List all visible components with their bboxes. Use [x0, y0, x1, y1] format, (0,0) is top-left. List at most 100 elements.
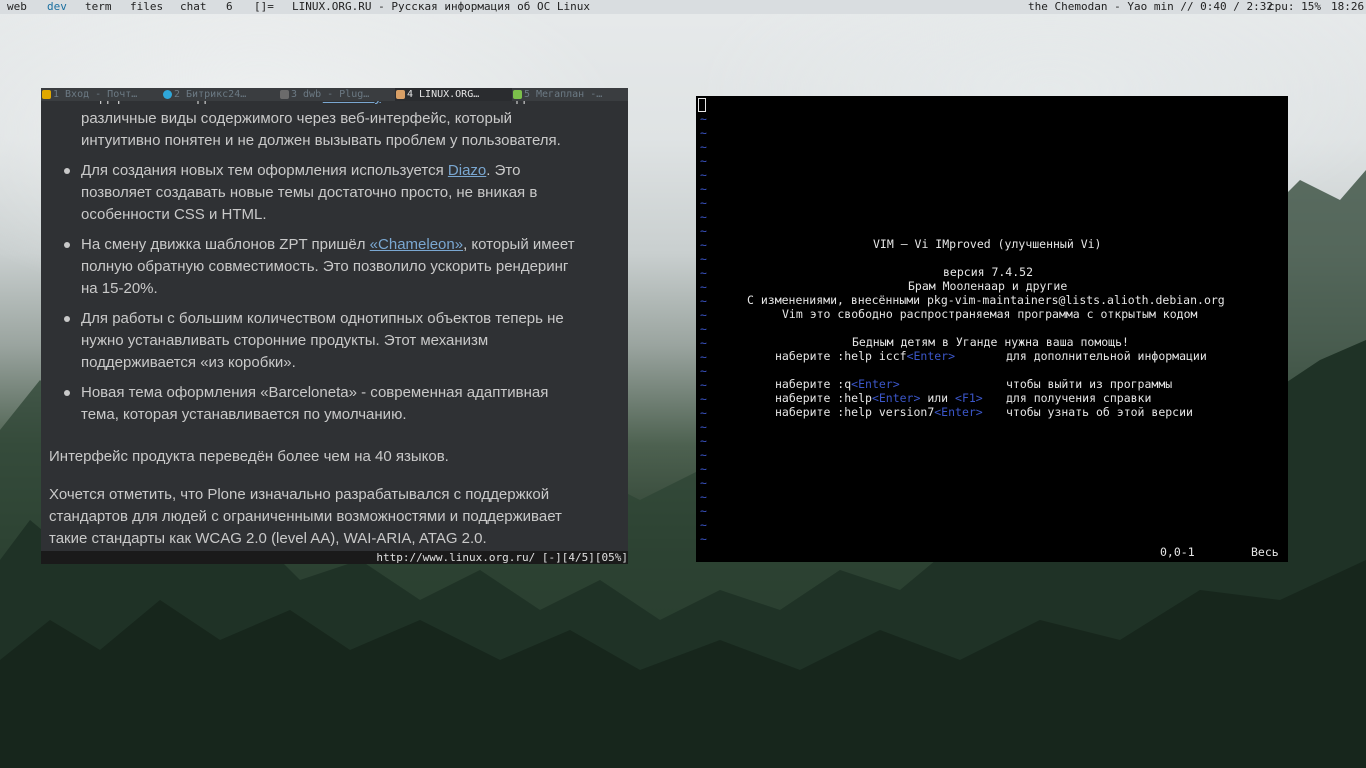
vim-tilde: ~: [700, 266, 707, 280]
tab-3[interactable]: 3 dwb - Plug…: [279, 88, 395, 101]
vim-tilde: ~: [700, 448, 707, 462]
chameleon-link[interactable]: «Chameleon»: [370, 236, 463, 253]
vim-version: версия 7.4.52: [943, 265, 1034, 279]
vim-version7: наберите :help version7<Enter>: [775, 405, 983, 419]
tab-2[interactable]: 2 Битрикс24…: [162, 88, 279, 101]
vim-quit: наберите :q<Enter>: [775, 377, 900, 391]
window-title: LINUX.ORG.RU - Русская информация об ОС …: [292, 0, 591, 13]
text-line: стандартов для людей с ограниченными воз…: [49, 508, 562, 525]
vim-tilde: ~: [700, 364, 707, 378]
tab-5[interactable]: 5 Мегаплан -…: [512, 88, 628, 101]
vim-help: наберите :help<Enter> или <F1>: [775, 391, 983, 405]
paragraph: Интерфейс продукта переведён более чем н…: [49, 448, 449, 465]
bullet: [64, 242, 70, 248]
tab-4[interactable]: 4 LINUX.ORG…: [395, 88, 512, 101]
paragraph: Хочется отметить, что Plone изначально р…: [49, 484, 609, 550]
vim-tilde: ~: [700, 252, 707, 266]
vim-tilde: ~: [700, 238, 707, 252]
workspace-web[interactable]: web: [3, 0, 31, 14]
cmd: наберите :q: [775, 377, 852, 391]
vim-tilde: ~: [700, 518, 707, 532]
browser-window: 1 Вход - Почт… 2 Битрикс24… 3 dwb - Plug…: [41, 88, 628, 564]
vim-help-iccf: наберите :help iccf<Enter>: [775, 349, 955, 363]
text-line: различные виды содержимого через веб-инт…: [81, 110, 512, 127]
vim-help-iccf-desc: для дополнительной информации: [1006, 349, 1207, 363]
megaplan-icon: [513, 90, 522, 99]
tab-label: 3 dwb - Plug…: [291, 89, 370, 100]
tab-1[interactable]: 1 Вход - Почт…: [41, 88, 162, 101]
browser-status-bar: http://www.linux.org.ru/ [-][4/5][05%]: [41, 551, 628, 564]
vim-license: Vim это свободно распространяемая програ…: [782, 307, 1198, 321]
text-line: интуитивно понятен и не должен вызывать …: [81, 132, 561, 149]
workspace-6[interactable]: 6: [222, 0, 237, 14]
text-line: особенности CSS и HTML.: [81, 206, 267, 223]
text-line: На смену движка шаблонов ZPT пришёл «Cha…: [81, 234, 611, 256]
layout-indicator[interactable]: []=: [250, 0, 278, 14]
vim-cursor-position: 0,0-1: [1160, 545, 1195, 559]
key: <Enter>: [906, 349, 956, 363]
vim-scroll-indicator: Весь: [1251, 545, 1279, 559]
tab-label: 1 Вход - Почт…: [53, 89, 138, 100]
tab-label: 2 Битрикс24…: [174, 89, 247, 100]
tab-label: 5 Мегаплан -…: [524, 89, 603, 100]
cmd: наберите :help version7: [775, 405, 935, 419]
vim-tilde: ~: [700, 294, 707, 308]
bullet: [64, 168, 70, 174]
diazo-link[interactable]: Diazo: [448, 162, 486, 179]
key: <Enter>: [851, 377, 900, 391]
text-line: Для создания новых тем оформления исполь…: [81, 160, 611, 182]
text-line: полную обратную совместимость. Это позво…: [81, 258, 569, 275]
vim-tilde: ~: [700, 182, 707, 196]
vim-author: Брам Мооленаар и другие: [908, 279, 1068, 293]
clock: 18:26: [1331, 0, 1365, 13]
text-line: тема, которая устанавливается по умолчан…: [81, 406, 407, 423]
tab-label: 4 LINUX.ORG…: [407, 89, 480, 100]
key: <F1>: [955, 391, 983, 405]
workspace-term[interactable]: term: [81, 0, 116, 14]
vim-tilde: ~: [700, 504, 707, 518]
key: <Enter>: [871, 391, 921, 405]
cmd: или: [920, 391, 956, 405]
text-line: поддерживается «из коробки».: [81, 354, 296, 371]
workspace-dev[interactable]: dev: [43, 0, 71, 14]
vim-version7-desc: чтобы узнать об этой версии: [1006, 405, 1193, 419]
text-line: позволяет создавать новые темы достаточн…: [81, 184, 538, 201]
vim-tilde: ~: [700, 280, 707, 294]
text-line: Новая тема оформления «Barceloneta» - со…: [81, 384, 549, 401]
vim-tilde: ~: [700, 140, 707, 154]
vim-tilde: ~: [700, 154, 707, 168]
terminal-window[interactable]: ~ ~ ~ ~ ~ ~ ~ ~ ~ ~ ~ ~ ~ ~ ~ ~ ~ ~ ~ ~ ~ ~ ~ ~ ~ ~ ~ ~ ~ ~ ~ VIM — Vi…: [696, 96, 1288, 562]
bullet: [64, 316, 70, 322]
vim-tilde: ~: [700, 308, 707, 322]
vim-tilde: ~: [700, 434, 707, 448]
vim-tilde: ~: [700, 322, 707, 336]
vim-tilde: ~: [700, 224, 707, 238]
dwb-icon: [280, 90, 289, 99]
text-line: такие стандарты как WCAG 2.0 (level AA),…: [49, 530, 487, 547]
tab-bar: 1 Вход - Почт… 2 Битрикс24… 3 dwb - Plug…: [41, 88, 628, 101]
music-status: the Chemodan - Yao min // 0:40 / 2:32: [1028, 0, 1274, 13]
list-item: Для работы с большим количеством однотип…: [64, 308, 611, 374]
vim-tilde: ~: [700, 336, 707, 350]
text: . Это: [486, 162, 521, 179]
text-line: нужно устанавливать сторонние продукты. …: [81, 332, 489, 349]
vim-tilde: ~: [700, 210, 707, 224]
vim-tilde: ~: [700, 462, 707, 476]
status-url: http://www.linux.org.ru/ [-][4/5][05%]: [376, 551, 628, 564]
vim-uganda: Бедным детям в Уганде нужна ваша помощь!: [852, 335, 1129, 349]
text: На смену движка шаблонов ZPT пришёл: [81, 236, 370, 253]
mail-icon: [42, 90, 51, 99]
page-content: Содержимое создаётся на основе Dexterity…: [41, 88, 628, 551]
list-item: Для создания новых тем оформления исполь…: [64, 160, 611, 226]
vim-quit-desc: чтобы выйти из программы: [1006, 377, 1173, 391]
vim-tilde: ~: [700, 532, 707, 546]
text-cursor: [698, 98, 706, 112]
workspace-chat[interactable]: chat: [176, 0, 211, 14]
text-line: Для работы с большим количеством однотип…: [81, 310, 564, 327]
text: , который имеет: [463, 236, 575, 253]
vim-help-desc: для получения справки: [1006, 391, 1152, 405]
text-line: на 15-20%.: [81, 280, 158, 297]
workspace-files[interactable]: files: [126, 0, 167, 14]
linux-penguin-icon: [396, 90, 405, 99]
vim-title: VIM — Vi IMproved (улучшенный Vi): [873, 237, 1102, 251]
